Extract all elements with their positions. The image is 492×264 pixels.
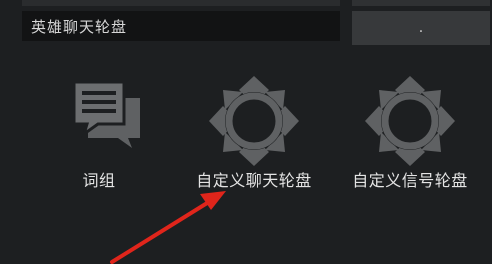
hero-chat-wheel-label: 英雄聊天轮盘 — [31, 17, 128, 36]
hero-chat-wheel-row[interactable]: 英雄聊天轮盘 — [22, 11, 340, 41]
previous-row-edge — [22, 0, 340, 6]
chat-bubbles-icon — [72, 80, 140, 148]
custom-chat-wheel-label: 自定义聊天轮盘 — [196, 171, 312, 190]
wheel-icon — [209, 76, 299, 166]
custom-signal-wheel-option[interactable]: 自定义信号轮盘 — [350, 76, 470, 196]
wheel-icon — [365, 76, 455, 166]
hero-chat-wheel-value-button[interactable]: . — [352, 11, 490, 45]
custom-signal-wheel-label: 自定义信号轮盘 — [352, 171, 468, 190]
phrases-option[interactable]: 词组 — [39, 76, 159, 196]
hero-chat-wheel-value: . — [418, 20, 424, 36]
previous-row-value-edge — [352, 0, 490, 6]
custom-chat-wheel-option[interactable]: 自定义聊天轮盘 — [194, 76, 314, 196]
phrases-label: 词组 — [82, 171, 116, 190]
